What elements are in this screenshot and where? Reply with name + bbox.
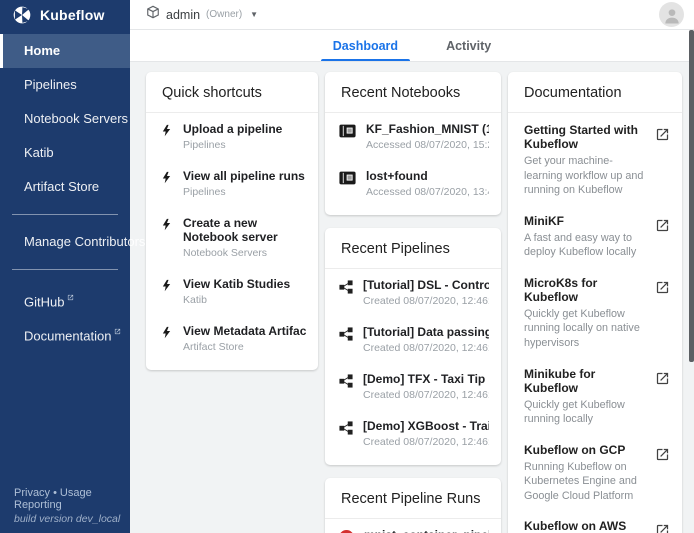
user-avatar[interactable] (659, 2, 684, 27)
bolt-icon (160, 171, 173, 189)
card-title: Recent Pipelines (325, 228, 501, 269)
pipeline-graph-icon (339, 421, 353, 440)
open-in-new-icon (655, 443, 670, 504)
open-in-new-icon (655, 519, 670, 533)
top-header-right: admin (Owner) ▼ (130, 0, 694, 30)
kubeflow-logo-icon (12, 5, 32, 25)
notebook-row[interactable]: lost+found Accessed 08/07/2020, 13:46:37 (325, 160, 501, 207)
kubeflow-dashboard: Kubeflow admin (Owner) ▼ (0, 0, 694, 533)
doc-link-minikf[interactable]: MiniKF A fast and easy way to deploy Kub… (508, 204, 682, 266)
card-title: Recent Pipeline Runs (325, 478, 501, 519)
doc-link-microk8s[interactable]: MicroK8s for Kubeflow Quickly get Kubefl… (508, 266, 682, 357)
doc-link-getting-started[interactable]: Getting Started with Kubeflow Get your m… (508, 113, 682, 204)
top-header: Kubeflow admin (Owner) ▼ (0, 0, 694, 30)
namespace-name: admin (166, 8, 200, 22)
build-version: build version dev_local (14, 513, 130, 525)
bolt-icon (160, 279, 173, 297)
notebook-icon (339, 171, 356, 190)
privacy-link[interactable]: Privacy (14, 487, 50, 499)
card-title: Quick shortcuts (146, 72, 318, 113)
tab-activity[interactable]: Activity (426, 30, 511, 61)
pipeline-row[interactable]: [Tutorial] DSL - Control structures Crea… (325, 269, 501, 316)
pipeline-row[interactable]: [Demo] XGBoost - Training with Confusi..… (325, 410, 501, 457)
doc-link-kubeflow-aws[interactable]: Kubeflow on AWS Running Kubeflow on Elas… (508, 509, 682, 533)
card-title: Recent Notebooks (325, 72, 501, 113)
pipeline-graph-icon (339, 327, 353, 346)
sidebar-nav: Home Pipelines Notebook Servers Katib Ar… (0, 30, 130, 533)
bolt-icon (160, 124, 173, 142)
dashboard-content: Quick shortcuts Upload a pipeline Pipeli… (130, 62, 694, 533)
logo-area[interactable]: Kubeflow (0, 0, 130, 30)
doc-link-kubeflow-gcp[interactable]: Kubeflow on GCP Running Kubeflow on Kube… (508, 433, 682, 510)
doc-link-minikube[interactable]: Minikube for Kubeflow Quickly get Kubefl… (508, 357, 682, 433)
notebook-row[interactable]: KF_Fashion_MNIST (1).ipynb Accessed 08/0… (325, 113, 501, 160)
shortcut-view-metadata-artifacts[interactable]: View Metadata Artifacts Artifact Store (146, 315, 318, 362)
sidebar-divider (12, 214, 118, 215)
sidebar-item-github[interactable]: GitHub (0, 280, 130, 314)
shortcut-view-pipeline-runs[interactable]: View all pipeline runs Pipelines (146, 160, 318, 207)
recent-pipeline-runs-card: Recent Pipeline Runs mnist_container_pip… (325, 478, 501, 533)
shortcut-create-notebook-server[interactable]: Create a new Notebook server Notebook Se… (146, 207, 318, 268)
bolt-icon (160, 326, 173, 344)
namespace-selector[interactable]: admin (Owner) ▼ (146, 5, 258, 24)
open-in-new-icon (655, 214, 670, 260)
pipeline-run-row[interactable]: mnist_container_pipeline run Created 08/… (325, 519, 501, 533)
sidebar-item-manage-contributors[interactable]: Manage Contributors (0, 225, 130, 259)
namespace-role: (Owner) (206, 9, 242, 20)
card-title: Documentation (508, 72, 682, 113)
recent-notebooks-card: Recent Notebooks KF_Fashion_MNIST (1).ip… (325, 72, 501, 215)
sidebar-item-documentation[interactable]: Documentation (0, 314, 130, 348)
pipeline-graph-icon (339, 280, 353, 299)
bolt-icon (160, 218, 173, 236)
recent-pipelines-card: Recent Pipelines [Tutorial] DSL - Contro… (325, 228, 501, 465)
app-title: Kubeflow (40, 7, 105, 23)
page-scrollbar-thumb[interactable] (689, 30, 694, 362)
open-in-new-icon (655, 123, 670, 198)
open-in-new-icon (655, 367, 670, 427)
namespace-cube-icon (146, 5, 160, 24)
sidebar-item-pipelines[interactable]: Pipelines (0, 68, 130, 102)
pipeline-row[interactable]: [Demo] TFX - Taxi Tip Prediction Model .… (325, 363, 501, 410)
sidebar-footer: Privacy•Usage Reporting build version de… (0, 487, 130, 525)
chevron-down-icon: ▼ (250, 10, 258, 19)
shortcut-view-katib-studies[interactable]: View Katib Studies Katib (146, 268, 318, 315)
sidebar-item-notebook-servers[interactable]: Notebook Servers (0, 102, 130, 136)
page-scrollbar[interactable] (689, 0, 694, 533)
sidebar-divider (12, 269, 118, 270)
quick-shortcuts-card: Quick shortcuts Upload a pipeline Pipeli… (146, 72, 318, 370)
sidebar-item-artifact-store[interactable]: Artifact Store (0, 170, 130, 204)
sidebar-item-home[interactable]: Home (0, 34, 130, 68)
sidebar-item-katib[interactable]: Katib (0, 136, 130, 170)
external-link-icon (67, 280, 74, 314)
pipeline-graph-icon (339, 374, 353, 393)
tab-dashboard[interactable]: Dashboard (313, 30, 418, 61)
open-in-new-icon (655, 276, 670, 351)
documentation-card: Documentation Getting Started with Kubef… (508, 72, 682, 533)
shortcut-upload-pipeline[interactable]: Upload a pipeline Pipelines (146, 113, 318, 160)
notebook-icon (339, 124, 356, 143)
main-tabbar: Dashboard Activity (130, 30, 694, 62)
external-link-icon (114, 314, 121, 348)
pipeline-row[interactable]: [Tutorial] Data passing in python comp..… (325, 316, 501, 363)
